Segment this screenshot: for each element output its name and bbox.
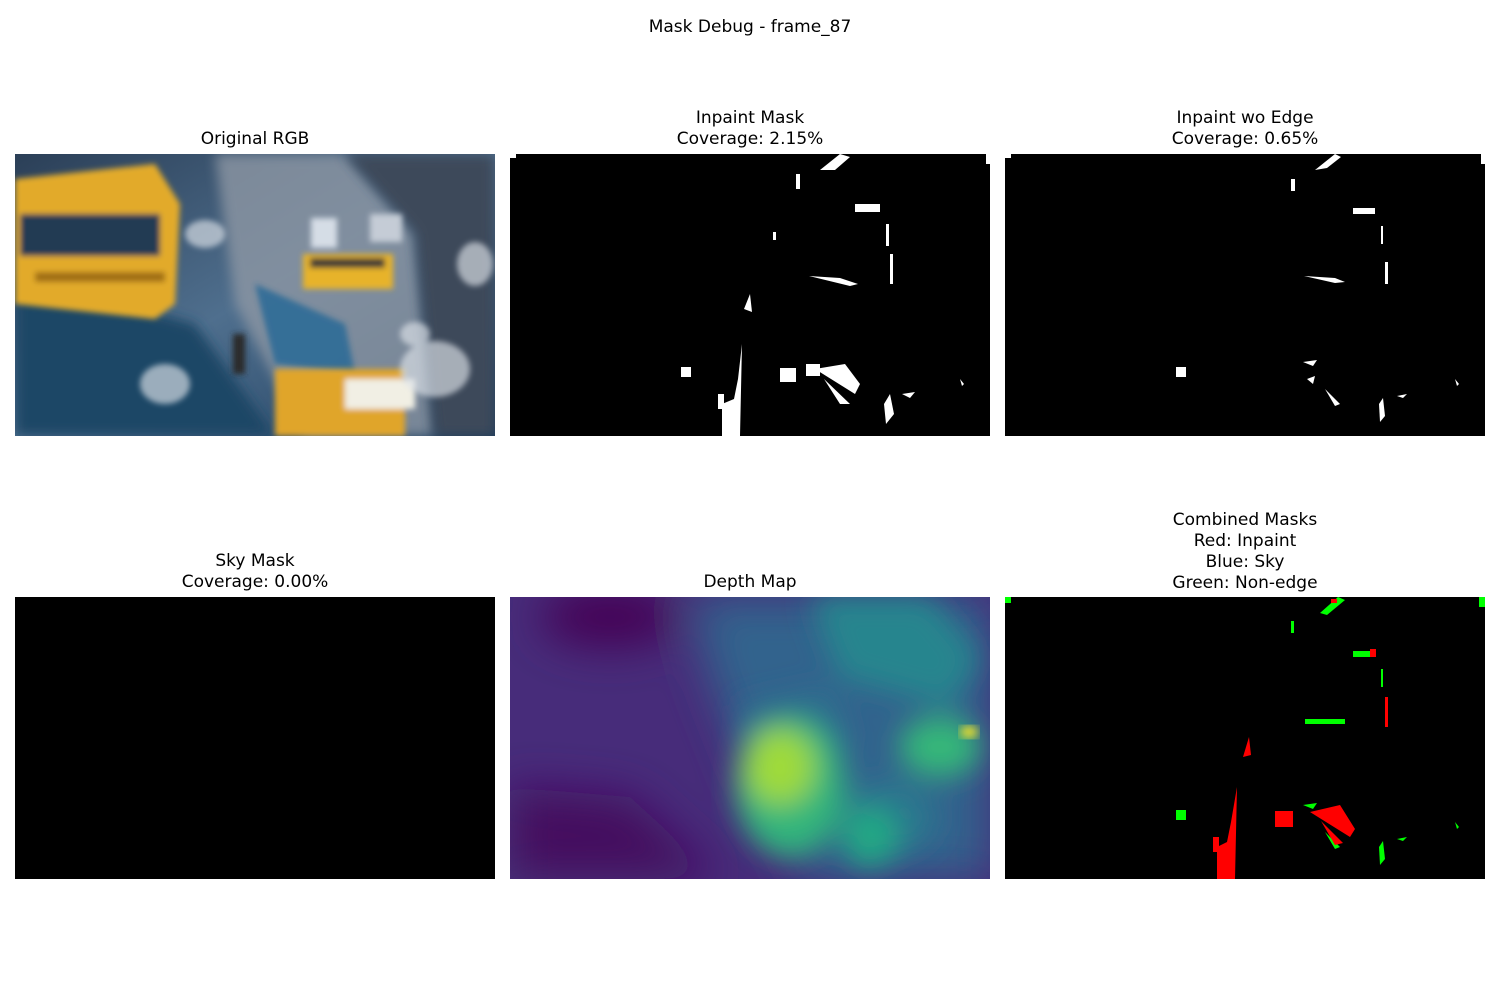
inpaint-wo-edge-coverage: Coverage: 0.65% — [1171, 129, 1319, 149]
figure-title: Mask Debug - frame_87 — [648, 17, 852, 37]
panel-title-inpaint-wo-edge: Inpaint wo Edge Coverage: 0.65% — [1005, 108, 1485, 150]
inpaint-mask-coverage: Coverage: 2.15% — [676, 129, 824, 149]
sky-mask-title: Sky Mask — [215, 551, 295, 571]
sky-mask-coverage: Coverage: 0.00% — [181, 572, 329, 592]
combined-legend-green: Green: Non-edge — [1172, 573, 1318, 593]
combined-legend-red: Red: Inpaint — [1193, 531, 1297, 551]
panel-title-original-rgb: Original RGB — [15, 129, 495, 150]
panel-title-sky-mask: Sky Mask Coverage: 0.00% — [15, 551, 495, 593]
panel-title-depth-map: Depth Map — [510, 572, 990, 593]
inpaint-wo-edge-title: Inpaint wo Edge — [1176, 108, 1314, 128]
panel-title-inpaint-mask: Inpaint Mask Coverage: 2.15% — [510, 108, 990, 150]
inpaint-mask-title: Inpaint Mask — [695, 108, 805, 128]
combined-legend-blue: Blue: Sky — [1205, 552, 1285, 572]
panel-title-combined-masks: Combined Masks Red: Inpaint Blue: Sky Gr… — [1005, 510, 1485, 594]
original-rgb-image — [15, 154, 495, 436]
depth-map-title: Depth Map — [703, 572, 797, 592]
sky-mask-image — [15, 597, 495, 879]
inpaint-mask-image — [510, 154, 990, 436]
original-rgb-title: Original RGB — [200, 129, 310, 149]
depth-map-image — [510, 597, 990, 879]
combined-masks-title: Combined Masks — [1172, 510, 1318, 530]
inpaint-wo-edge-image — [1005, 154, 1485, 436]
combined-masks-image — [1005, 597, 1485, 879]
